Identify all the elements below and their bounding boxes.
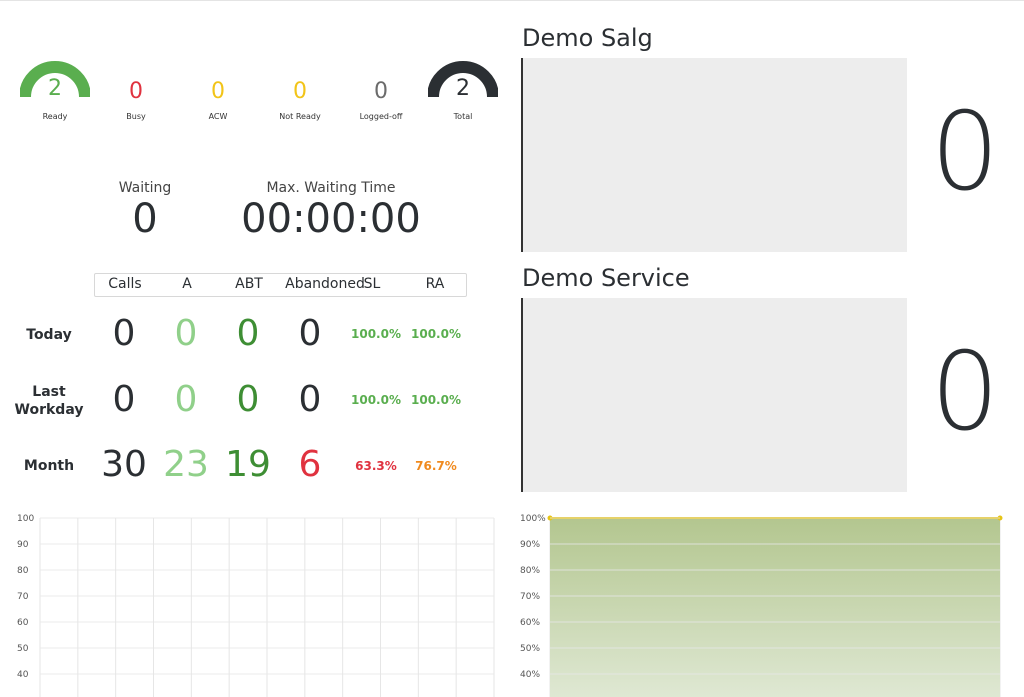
left-chart-ytick-label: 80 — [17, 566, 29, 576]
busy-count: 0 — [129, 79, 143, 104]
right-chart-ytick-label: 70% — [520, 592, 540, 602]
left-chart-ytick-label: 40 — [17, 670, 29, 680]
ready-label: Ready — [42, 112, 68, 121]
month-a: 23 — [163, 444, 209, 485]
today-calls: 0 — [112, 313, 136, 354]
right-percentage-chart: 100% 90% 80% 70% 60% 50% 40% — [520, 514, 1003, 697]
header-abt: ABT — [235, 276, 263, 292]
header-sl: SL — [363, 276, 381, 292]
acw-count: 0 — [211, 79, 225, 104]
queue-count-demo-service: 0 — [930, 330, 1000, 455]
last-workday-ra: 100.0% — [411, 393, 461, 407]
today-ra: 100.0% — [411, 327, 461, 341]
not-ready-count: 0 — [293, 79, 307, 104]
today-a: 0 — [174, 313, 198, 354]
month-sl: 63.3% — [355, 459, 397, 473]
logged-off-count: 0 — [374, 79, 388, 104]
month-abt: 19 — [225, 444, 271, 485]
right-chart-ytick-label: 90% — [520, 540, 540, 550]
top-divider — [0, 0, 1024, 1]
left-chart-ytick-label: 100 — [17, 514, 34, 524]
right-chart-ytick-label: 40% — [520, 670, 540, 680]
left-chart-ytick-label: 70 — [17, 592, 29, 602]
left-chart-ytick-label: 60 — [17, 618, 29, 628]
total-count: 2 — [456, 76, 470, 101]
logged-off-label: Logged-off — [359, 112, 403, 121]
ready-gauge: 2 — [19, 50, 91, 101]
row-label-month: Month — [23, 458, 75, 474]
max-waiting-label: Max. Waiting Time — [266, 180, 396, 196]
total-label: Total — [453, 112, 473, 121]
today-sl: 100.0% — [351, 327, 401, 341]
last-workday-a: 0 — [174, 379, 198, 420]
waiting-label: Waiting — [118, 180, 172, 196]
queue-title-demo-salg: Demo Salg — [522, 24, 653, 52]
last-workday-sl: 100.0% — [351, 393, 401, 407]
not-ready-label: Not Ready — [279, 112, 321, 121]
queue-panel-demo-service — [521, 298, 907, 492]
today-abt: 0 — [236, 313, 260, 354]
max-waiting-value: 00:00:00 — [241, 196, 421, 242]
header-calls: Calls — [108, 276, 142, 292]
month-ra: 76.7% — [415, 459, 457, 473]
ready-count: 2 — [48, 76, 62, 101]
busy-label: Busy — [126, 112, 146, 121]
right-chart-ytick-label: 80% — [520, 566, 540, 576]
last-workday-abt: 0 — [236, 379, 260, 420]
queue-count-demo-salg: 0 — [930, 90, 1000, 215]
left-trend-chart: 100 90 80 70 60 50 40 — [17, 514, 495, 697]
right-chart-area-fill — [550, 518, 1000, 697]
waiting-value: 0 — [132, 196, 158, 242]
total-gauge: 2 — [427, 50, 499, 101]
today-abandoned: 0 — [298, 313, 322, 354]
row-label-today: Today — [26, 327, 72, 343]
acw-label: ACW — [208, 112, 228, 121]
month-calls: 30 — [101, 444, 147, 485]
header-ra: RA — [425, 276, 445, 292]
right-chart-ytick-label: 50% — [520, 644, 540, 654]
row-label-last-workday: Last Workday — [14, 384, 84, 418]
last-workday-abandoned: 0 — [298, 379, 322, 420]
right-chart-ytick-label: 100% — [520, 514, 546, 524]
left-chart-ytick-label: 90 — [17, 540, 29, 550]
left-chart-ytick-label: 50 — [17, 644, 29, 654]
header-a: A — [182, 276, 192, 292]
right-chart-ytick-label: 60% — [520, 618, 540, 628]
last-workday-calls: 0 — [112, 379, 136, 420]
queue-title-demo-service: Demo Service — [522, 264, 690, 292]
month-abandoned: 6 — [298, 444, 322, 485]
queue-panel-demo-salg — [521, 58, 907, 252]
